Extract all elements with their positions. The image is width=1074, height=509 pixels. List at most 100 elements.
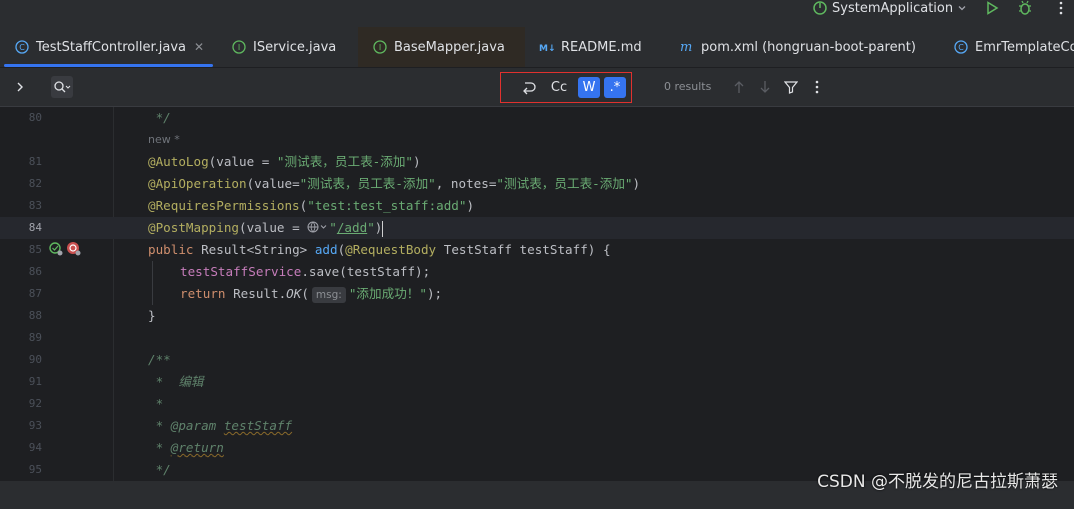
maven-icon: m <box>679 39 695 55</box>
find-bar: Cc W .* 0 results <box>0 68 1074 107</box>
tab-pom-xml[interactable]: m pom.xml (hongruan-boot-parent) <box>665 27 939 67</box>
preserve-wrap-toggle[interactable] <box>518 77 540 98</box>
line-number: 83 <box>28 199 42 212</box>
class-icon: C <box>14 39 30 55</box>
tab-iservice[interactable]: I IService.java <box>217 27 358 67</box>
svg-text:I: I <box>379 43 381 52</box>
match-case-toggle[interactable]: Cc <box>548 77 570 98</box>
line-number: 87 <box>28 287 42 300</box>
indent-guide <box>152 261 153 305</box>
svg-text:I: I <box>238 43 240 52</box>
code-text: /** <box>148 352 171 367</box>
line-number: 86 <box>28 265 42 278</box>
code-text: @AutoLog(value = "测试表，员工表-添加") <box>148 154 421 169</box>
tab-readme[interactable]: M↓ README.md <box>525 27 665 67</box>
code-text: @ApiOperation(value="测试表，员工表-添加", notes=… <box>148 176 641 191</box>
code-line: 92 * <box>0 393 1074 415</box>
search-options-group: Cc W .* <box>500 72 632 103</box>
code-editor[interactable]: 80 */ new * 81 @AutoLog(value = "测试表，员工表… <box>0 107 1074 481</box>
search-history-button[interactable] <box>51 76 73 98</box>
whole-words-toggle[interactable]: W <box>578 77 600 98</box>
tab-label: EmrTemplateCon <box>975 39 1074 55</box>
code-line: 82 @ApiOperation(value="测试表，员工表-添加", not… <box>0 173 1074 195</box>
code-text: */ <box>148 110 171 125</box>
parameter-name-hint: msg: <box>311 287 346 303</box>
code-text: * 编辑 <box>148 374 204 389</box>
line-number: 92 <box>28 397 42 410</box>
bug-icon <box>1019 0 1031 15</box>
text-cursor <box>382 220 384 237</box>
watermark-text: CSDN @不脱发的尼古拉斯萧瑟 <box>817 472 1058 492</box>
svg-text:m: m <box>680 40 692 54</box>
author-hint[interactable]: new * <box>148 129 180 151</box>
code-line: 90 /** <box>0 349 1074 371</box>
code-vision-row: new * <box>0 129 1074 151</box>
line-number: 85 <box>28 243 42 256</box>
tab-label: pom.xml (hongruan-boot-parent) <box>701 39 916 55</box>
code-text: public Result<String> add(@RequestBody T… <box>148 242 611 257</box>
tab-teststaffcontroller[interactable]: C TestStaffController.java ✕ <box>0 27 217 67</box>
code-text: */ <box>148 462 171 477</box>
code-line: 86 testStaffService.save(testStaff); <box>0 261 1074 283</box>
endpoint-link[interactable]: /add <box>337 220 367 235</box>
line-number: 89 <box>28 331 42 344</box>
line-number: 91 <box>28 375 42 388</box>
code-line: 85 public Result<String> add(@RequestBod… <box>0 239 1074 261</box>
line-number: 90 <box>28 353 42 366</box>
bean-method-icon[interactable] <box>48 241 64 257</box>
arrow-down-icon <box>760 81 770 93</box>
tab-label: TestStaffController.java <box>36 39 186 55</box>
run-config-selector[interactable]: SystemApplication <box>812 0 967 16</box>
editor-tab-bar: C TestStaffController.java ✕ I IService.… <box>0 27 1074 68</box>
close-icon[interactable]: ✕ <box>194 40 204 54</box>
gutter-markers <box>48 241 82 257</box>
class-icon: C <box>953 39 969 55</box>
previous-occurrence-button[interactable] <box>731 79 747 95</box>
debug-button[interactable] <box>1016 0 1034 16</box>
code-line: 91 * 编辑 <box>0 371 1074 393</box>
top-toolbar: SystemApplication <box>0 0 1074 27</box>
line-number: 88 <box>28 309 42 322</box>
tab-label: README.md <box>561 39 642 55</box>
code-line: 83 @RequiresPermissions("test:test_staff… <box>0 195 1074 217</box>
wrap-icon <box>523 81 536 94</box>
regex-toggle[interactable]: .* <box>604 77 626 98</box>
line-number: 80 <box>28 111 42 124</box>
markdown-icon: M↓ <box>539 39 555 55</box>
next-occurrence-button[interactable] <box>757 79 773 95</box>
code-line: 87 return Result.OK(msg: "添加成功！"); <box>0 283 1074 305</box>
more-vertical-icon <box>815 80 819 94</box>
code-line: 81 @AutoLog(value = "测试表，员工表-添加") <box>0 151 1074 173</box>
search-results-count: 0 results <box>664 80 712 93</box>
current-code-line: 84 @PostMapping(value = "/add") <box>0 217 1074 239</box>
code-text: * @return <box>148 440 224 455</box>
code-line: 80 */ <box>0 107 1074 129</box>
interface-icon: I <box>372 39 388 55</box>
chevron-right-icon <box>17 82 23 92</box>
find-more-button[interactable] <box>809 79 825 95</box>
svg-text:C: C <box>19 43 25 52</box>
code-text: @RequiresPermissions("test:test_staff:ad… <box>148 198 475 213</box>
line-number: 93 <box>28 419 42 432</box>
svg-text:M↓: M↓ <box>539 44 555 53</box>
search-icon <box>54 81 71 93</box>
more-vertical-icon <box>1059 1 1063 15</box>
expand-replace-button[interactable] <box>12 79 28 95</box>
code-line: 89 <box>0 327 1074 349</box>
code-text: return Result.OK(msg: "添加成功！"); <box>180 286 443 303</box>
code-text: * @param testStaff <box>148 418 293 433</box>
run-config-label: SystemApplication <box>832 0 954 16</box>
line-number: 95 <box>28 463 42 476</box>
more-actions-button[interactable] <box>1052 0 1070 16</box>
code-text: } <box>148 308 156 323</box>
request-mapping-icon[interactable] <box>66 241 82 257</box>
filter-button[interactable] <box>783 79 799 95</box>
globe-icon[interactable] <box>307 221 329 233</box>
run-button[interactable] <box>983 0 1001 16</box>
tab-basemapper[interactable]: I BaseMapper.java <box>358 27 525 67</box>
code-text: testStaffService.save(testStaff); <box>180 264 431 279</box>
interface-icon: I <box>231 39 247 55</box>
arrow-up-icon <box>734 81 744 93</box>
tab-emrtemplatecontroller[interactable]: C EmrTemplateCon <box>939 27 1074 67</box>
code-line: 88 } <box>0 305 1074 327</box>
